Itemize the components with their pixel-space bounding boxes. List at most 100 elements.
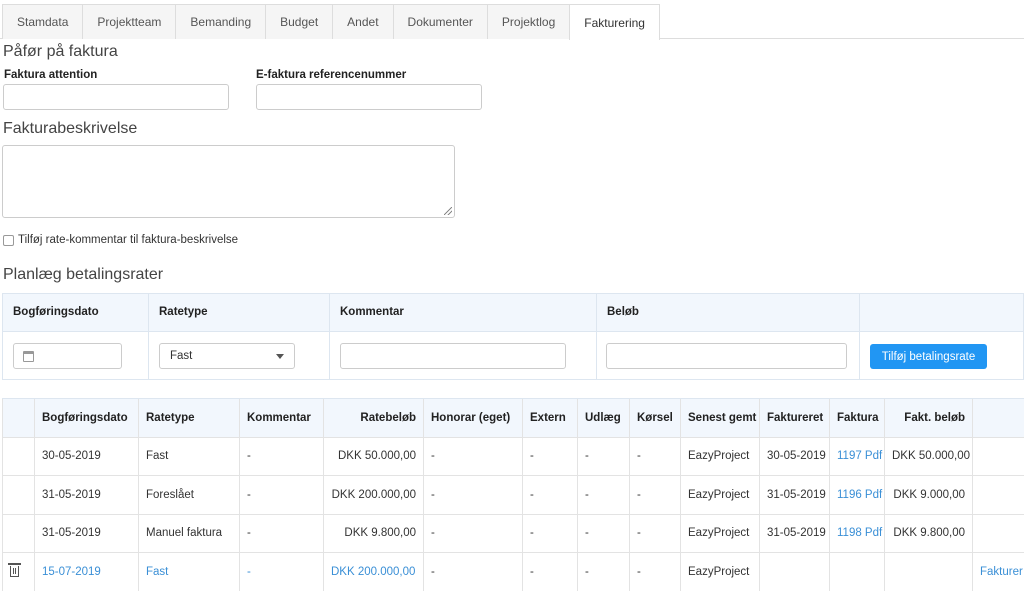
row-amount: DKK 50.000,00	[323, 436, 424, 476]
row-comment: -	[239, 513, 324, 553]
add-rate-button[interactable]: Tilføj betalingsrate	[870, 344, 987, 369]
row-invoice-link[interactable]: 1198 Pdf	[829, 513, 885, 553]
row-invoice-link[interactable]: 1196 Pdf	[829, 475, 885, 514]
row-saved-by: EazyProject	[680, 475, 760, 514]
row-action-cell	[2, 436, 35, 476]
plan-header-amount: Beløb	[607, 306, 639, 318]
row-extern: -	[522, 552, 578, 591]
tab-budget[interactable]: Budget	[265, 4, 334, 39]
row-outlay: -	[577, 552, 630, 591]
plan-comment-input[interactable]	[340, 343, 566, 369]
row-outlay: -	[577, 513, 630, 553]
table-row: 30-05-2019 Fast - DKK 50.000,00 - - - - …	[2, 436, 1024, 476]
rate-comment-checkbox[interactable]	[3, 234, 14, 246]
divider	[596, 332, 597, 379]
description-textarea[interactable]	[2, 145, 455, 218]
row-invoice-link	[829, 552, 885, 591]
row-invoice-amount: DKK 9.000,00	[884, 475, 973, 514]
row-mileage: -	[629, 552, 681, 591]
plan-section-title: Planlæg betalingsrater	[3, 266, 164, 283]
col-header-comment: Kommentar	[239, 398, 324, 437]
row-extern: -	[522, 436, 578, 476]
row-saved-by: EazyProject	[680, 513, 760, 553]
rates-table-header: Bogføringsdato Ratetype Kommentar Ratebe…	[2, 398, 1024, 437]
row-invoiced: 31-05-2019	[759, 475, 830, 514]
col-header-invoice-amount: Fakt. beløb	[884, 398, 973, 437]
row-saved-by: EazyProject	[680, 552, 760, 591]
tab-fakturering[interactable]: Fakturering	[569, 4, 660, 40]
col-header-mileage: Kørsel	[629, 398, 681, 437]
rate-comment-checkbox-row[interactable]: Tilføj rate-kommentar til faktura-beskri…	[3, 234, 238, 246]
invoice-now-link[interactable]: Fakturer	[972, 552, 1024, 591]
invoice-section-title: Påfør på faktura	[3, 43, 118, 60]
row-action-cell	[2, 475, 35, 514]
plan-amount-input[interactable]	[606, 343, 847, 369]
row-fee: -	[423, 513, 523, 553]
row-mileage: -	[629, 513, 681, 553]
row-extern: -	[522, 475, 578, 514]
row-date[interactable]: 15-07-2019	[34, 552, 139, 591]
row-outlay: -	[577, 475, 630, 514]
tab-bemanding[interactable]: Bemanding	[175, 4, 267, 39]
tab-dokumenter[interactable]: Dokumenter	[392, 4, 488, 39]
divider	[859, 332, 860, 379]
row-comment: -	[239, 475, 324, 514]
row-type[interactable]: Fast	[138, 552, 240, 591]
plan-date-input[interactable]	[13, 343, 122, 369]
row-fee: -	[423, 475, 523, 514]
col-header-invoice: Faktura	[829, 398, 885, 437]
table-row: 31-05-2019 Foreslået - DKK 200.000,00 - …	[2, 475, 1024, 514]
tab-projektteam[interactable]: Projektteam	[82, 4, 177, 39]
calendar-icon[interactable]	[23, 351, 34, 362]
col-header-date: Bogføringsdato	[34, 398, 139, 437]
row-comment[interactable]: -	[239, 552, 324, 591]
plan-header-type: Ratetype	[159, 306, 208, 318]
tab-stamdata[interactable]: Stamdata	[2, 4, 84, 39]
col-header-saved-by: Senest gemt	[680, 398, 760, 437]
divider	[596, 294, 597, 331]
col-header-amount: Ratebeløb	[323, 398, 424, 437]
row-fee: -	[423, 436, 523, 476]
col-header-extern: Extern	[522, 398, 578, 437]
row-comment: -	[239, 436, 324, 476]
row-invoice-amount	[884, 552, 973, 591]
plan-header-comment: Kommentar	[340, 306, 404, 318]
row-amount: DKK 9.800,00	[323, 513, 424, 553]
ratetype-selected: Fast	[170, 350, 193, 362]
row-amount: DKK 200.000,00	[323, 475, 424, 514]
rate-comment-checkbox-label: Tilføj rate-kommentar til faktura-beskri…	[18, 234, 239, 246]
row-amount[interactable]: DKK 200.000,00	[323, 552, 424, 591]
row-mileage: -	[629, 436, 681, 476]
row-invoice-action	[972, 475, 1024, 514]
row-invoiced	[759, 552, 830, 591]
row-invoice-amount: DKK 9.800,00	[884, 513, 973, 553]
col-header-outlay: Udlæg	[577, 398, 630, 437]
row-invoice-amount: DKK 50.000,00	[884, 436, 973, 476]
row-invoice-link[interactable]: 1197 Pdf	[829, 436, 885, 476]
row-type: Foreslået	[138, 475, 240, 514]
row-action-cell	[2, 513, 35, 553]
row-action-cell	[2, 552, 35, 591]
row-fee: -	[423, 552, 523, 591]
rates-table: Bogføringsdato Ratetype Kommentar Ratebe…	[2, 398, 1024, 591]
row-date: 31-05-2019	[34, 475, 139, 514]
divider	[329, 332, 330, 379]
divider	[329, 294, 330, 331]
col-header-invoiced: Faktureret	[759, 398, 830, 437]
trash-icon[interactable]	[8, 563, 21, 577]
tab-projektlog[interactable]: Projektlog	[486, 4, 571, 39]
row-outlay: -	[577, 436, 630, 476]
row-type: Fast	[138, 436, 240, 476]
eref-label: E-faktura referencenummer	[256, 69, 407, 81]
col-header-type: Ratetype	[138, 398, 240, 437]
ratetype-select[interactable]: Fast	[159, 343, 295, 369]
divider	[148, 294, 149, 331]
resize-grip-icon[interactable]	[444, 207, 452, 215]
row-date: 31-05-2019	[34, 513, 139, 553]
attention-input[interactable]	[3, 84, 229, 110]
row-mileage: -	[629, 475, 681, 514]
tab-bar: Stamdata Projektteam Bemanding Budget An…	[0, 0, 1024, 40]
tab-andet[interactable]: Andet	[332, 4, 394, 39]
description-section-title: Fakturabeskrivelse	[3, 120, 138, 137]
eref-input[interactable]	[256, 84, 482, 110]
